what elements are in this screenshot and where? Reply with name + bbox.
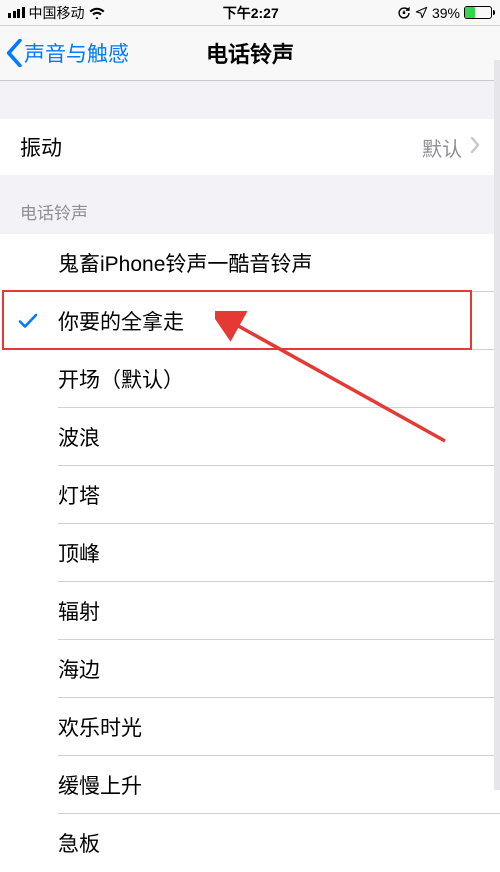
vibration-row[interactable]: 振动 默认	[0, 119, 500, 175]
chevron-right-icon	[470, 135, 480, 159]
ringtone-label: 开场（默认）	[58, 364, 184, 394]
ringtone-row[interactable]: 辐射	[0, 582, 500, 640]
ringtone-row[interactable]: 海边	[0, 640, 500, 698]
ringtone-row[interactable]: 你要的全拿走	[0, 292, 500, 350]
spacer	[0, 81, 500, 119]
nav-bar: 声音与触感 电话铃声	[0, 26, 500, 81]
ringtone-row[interactable]: 灯塔	[0, 466, 500, 524]
ringtone-label: 波浪	[58, 422, 100, 452]
ringtone-row[interactable]: 鬼畜iPhone铃声一酷音铃声	[0, 234, 500, 292]
ringtone-label: 缓慢上升	[58, 770, 142, 800]
status-right: 39%	[397, 5, 492, 21]
battery-icon	[464, 6, 492, 19]
status-left: 中国移动	[8, 3, 105, 23]
ringtone-row[interactable]: 顶峰	[0, 524, 500, 582]
wifi-icon	[89, 7, 105, 19]
back-button[interactable]: 声音与触感	[0, 38, 129, 68]
section-header-ringtones: 电话铃声	[0, 175, 500, 234]
vibration-section: 振动 默认	[0, 119, 500, 175]
ringtone-label: 灯塔	[58, 480, 100, 510]
ringtone-label: 鬼畜iPhone铃声一酷音铃声	[58, 248, 312, 278]
vibration-label: 振动	[20, 132, 422, 162]
checkmark-icon	[18, 312, 38, 330]
chevron-left-icon	[6, 39, 24, 67]
ringtone-row[interactable]: 急板	[0, 814, 500, 872]
status-bar: 中国移动 下午2:27 39%	[0, 0, 500, 26]
ringtone-label: 欢乐时光	[58, 712, 142, 742]
battery-fill	[465, 7, 475, 18]
back-label: 声音与触感	[24, 38, 129, 68]
cellular-signal-icon	[8, 7, 25, 18]
ringtone-row[interactable]: 波浪	[0, 408, 500, 466]
ringtone-row[interactable]: 开场（默认）	[0, 350, 500, 408]
battery-percentage: 39%	[432, 5, 460, 21]
vibration-value: 默认	[422, 133, 462, 162]
carrier-label: 中国移动	[29, 3, 85, 23]
ringtone-label: 顶峰	[58, 538, 100, 568]
ringtone-row[interactable]: 欢乐时光	[0, 698, 500, 756]
status-time: 下午2:27	[223, 3, 279, 23]
ringtone-list: 鬼畜iPhone铃声一酷音铃声你要的全拿走开场（默认） 波浪灯塔顶峰辐射海边欢乐时…	[0, 234, 500, 872]
location-arrow-icon	[415, 6, 428, 19]
orientation-lock-icon	[397, 6, 411, 20]
ringtone-label: 你要的全拿走	[58, 306, 184, 336]
right-edge-stripe	[494, 60, 500, 790]
ringtone-label: 急板	[58, 828, 100, 858]
ringtone-label: 辐射	[58, 596, 100, 626]
ringtone-row[interactable]: 缓慢上升	[0, 756, 500, 814]
ringtone-label: 海边	[58, 654, 100, 684]
